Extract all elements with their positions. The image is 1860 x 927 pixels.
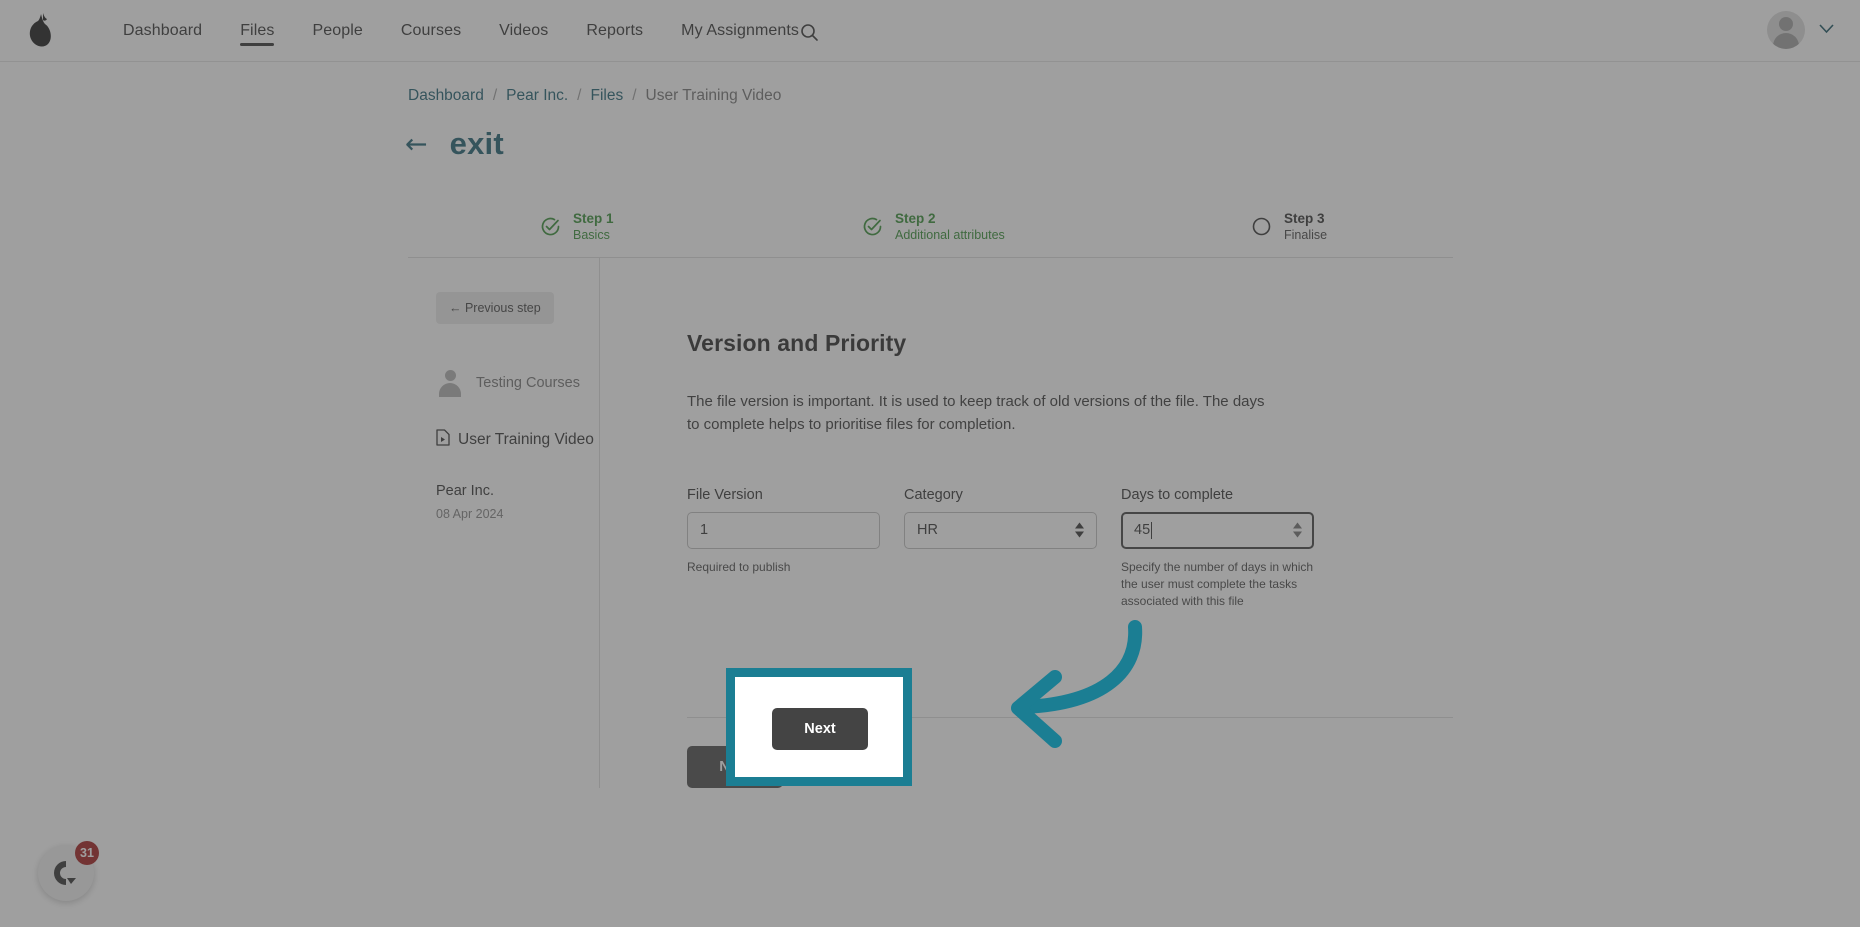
input-value: 45 [1134, 522, 1151, 538]
select-arrows-icon [1075, 522, 1084, 538]
nav-label: Courses [400, 22, 462, 39]
avatar [1767, 11, 1805, 49]
file-version-input[interactable]: 1 [687, 511, 880, 549]
chevron-down-icon [1819, 21, 1834, 39]
chat-widget-button[interactable]: 31 [38, 841, 99, 901]
check-circle-icon [862, 216, 883, 237]
search-icon[interactable] [795, 18, 823, 46]
breadcrumb-item-pear-inc[interactable]: Pear Inc. [506, 87, 568, 105]
days-to-complete-input[interactable]: 45 [1121, 511, 1314, 549]
avatar [436, 369, 464, 397]
nav-item-courses[interactable]: Courses [382, 0, 480, 62]
nav-item-dashboard[interactable]: Dashboard [104, 0, 221, 62]
sidebar-file: User Training Video [436, 429, 599, 451]
nav-label: Videos [499, 22, 549, 39]
wizard-body: ← Previous step Testing Courses User Tra… [408, 258, 1453, 788]
nav-item-people[interactable]: People [293, 0, 381, 62]
sidebar-organisation: Pear Inc. [436, 483, 495, 499]
chat-widget-icon [54, 861, 76, 885]
field-label: Days to complete [1121, 486, 1234, 503]
previous-step-button[interactable]: ← Previous step [436, 292, 554, 324]
wizard-stepper: Step 1 Basics Step 2 Additional attribut… [408, 196, 1453, 258]
chat-unread-badge: 31 [75, 841, 99, 865]
category-select[interactable]: HR [904, 511, 1097, 549]
page-description: The file version is important. It is use… [687, 393, 1265, 434]
nav-label: Dashboard [123, 22, 203, 39]
stepper-step-subtitle: Finalise [1284, 227, 1328, 242]
nav-links: Dashboard Files People Courses Videos Re… [104, 0, 818, 62]
breadcrumb: Dashboard / Pear Inc. / Files / User Tra… [408, 87, 781, 105]
breadcrumb-separator: / [577, 87, 582, 104]
breadcrumb-separator: / [492, 87, 498, 104]
wizard-main: Version and Priority The file version is… [600, 258, 1453, 788]
select-value: HR [917, 522, 938, 538]
breadcrumb-item-files[interactable]: Files [590, 87, 623, 105]
wizard-card: Step 1 Basics Step 2 Additional attribut… [408, 196, 1453, 788]
file-icon [436, 429, 450, 451]
sidebar-file-name: User Training Video [458, 431, 594, 448]
field-category: Category HR [904, 487, 1097, 611]
nav-label: My Assignments [681, 22, 800, 39]
stepper-step-1[interactable]: Step 1 Basics [540, 211, 614, 242]
field-help-text: Required to publish [687, 559, 791, 574]
pear-logo-icon[interactable] [18, 9, 62, 53]
nav-label: People [312, 22, 363, 39]
nav-item-videos[interactable]: Videos [480, 0, 567, 62]
empty-circle-icon [1251, 216, 1272, 237]
page-title: Version and Priority [687, 330, 907, 356]
exit-button[interactable]: ← exit [405, 126, 504, 162]
breadcrumb-item-current: User Training Video [645, 87, 782, 104]
field-file-version: File Version 1 Required to publish [687, 487, 880, 611]
stepper-step-title: Step 1 [573, 211, 614, 227]
text-cursor [1151, 521, 1153, 539]
sidebar-user-name: Testing Courses [476, 375, 580, 391]
sidebar-date: 08 Apr 2024 [436, 507, 504, 521]
breadcrumb-item-dashboard[interactable]: Dashboard [408, 87, 484, 105]
nav-item-reports[interactable]: Reports [567, 0, 662, 62]
field-help-text: Specify the number of days in which the … [1121, 559, 1314, 609]
next-button[interactable]: Next [687, 746, 783, 788]
input-value: 1 [700, 522, 709, 538]
stepper-step-subtitle: Basics [573, 227, 610, 242]
nav-label: Files [240, 22, 275, 39]
number-stepper-icon[interactable] [1293, 522, 1302, 538]
field-days-to-complete: Days to complete 45 Specify the number o… [1121, 487, 1314, 611]
stepper-step-title: Step 3 [1284, 211, 1325, 227]
field-label: Category [904, 486, 963, 503]
stepper-step-2[interactable]: Step 2 Additional attributes [862, 211, 1005, 242]
stepper-step-3[interactable]: Step 3 Finalise [1251, 211, 1327, 242]
field-label: File Version [687, 486, 763, 503]
app-page: Dashboard Files People Courses Videos Re… [0, 0, 1860, 927]
stepper-step-subtitle: Additional attributes [895, 227, 1005, 242]
highlighted-next-button[interactable]: Next [772, 708, 868, 750]
exit-label: exit [449, 126, 504, 161]
stepper-step-title: Step 2 [895, 211, 936, 227]
wizard-sidebar: ← Previous step Testing Courses User Tra… [408, 258, 600, 788]
nav-label: Reports [586, 22, 644, 39]
breadcrumb-separator: / [632, 87, 637, 104]
top-navigation-bar: Dashboard Files People Courses Videos Re… [0, 0, 1860, 62]
nav-item-files[interactable]: Files [221, 0, 293, 62]
check-circle-icon [540, 216, 561, 237]
sidebar-user: Testing Courses [436, 369, 599, 397]
account-menu[interactable] [1767, 11, 1834, 49]
form-fields: File Version 1 Required to publish Categ… [687, 487, 1453, 611]
arrow-left-icon: ← [405, 128, 428, 160]
